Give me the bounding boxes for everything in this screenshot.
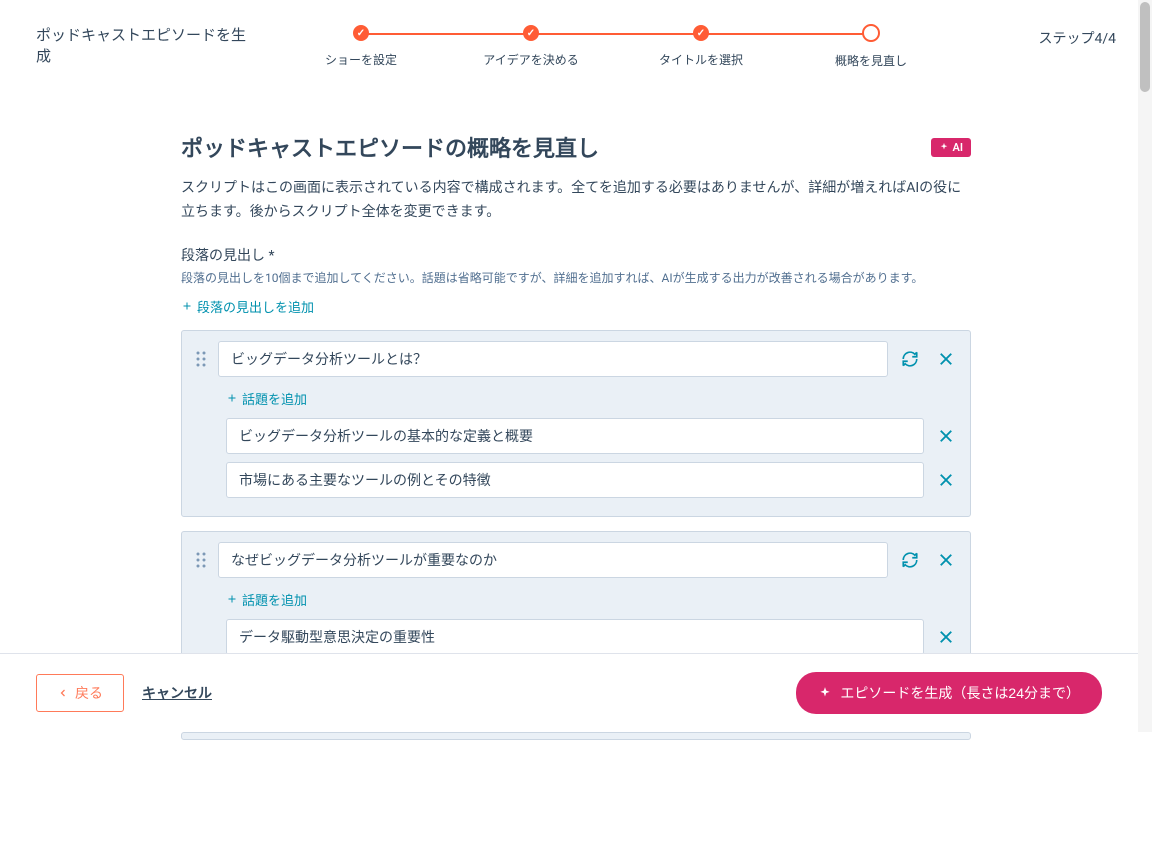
step-counter: ステップ4/4 <box>1038 24 1116 48</box>
close-icon <box>937 628 955 646</box>
close-icon <box>937 551 955 569</box>
delete-heading-button[interactable] <box>932 345 960 373</box>
refresh-icon <box>901 350 919 368</box>
refresh-icon <box>901 551 919 569</box>
topic-input[interactable] <box>226 619 924 655</box>
close-icon <box>937 350 955 368</box>
topic-row <box>226 619 960 655</box>
add-topic-button[interactable]: 話題を追加 <box>226 590 307 609</box>
step-circle-done: ✓ <box>353 25 369 41</box>
step-label: アイデアを決める <box>483 51 578 68</box>
section-card: 話題を追加 <box>181 330 971 517</box>
add-heading-label: 段落の見出しを追加 <box>197 297 314 316</box>
chevron-left-icon <box>57 687 69 699</box>
step-circle-done: ✓ <box>693 25 709 41</box>
add-topic-button[interactable]: 話題を追加 <box>226 389 307 408</box>
ai-badge: AI <box>931 138 971 157</box>
topic-input[interactable] <box>226 418 924 454</box>
check-icon: ✓ <box>527 28 535 39</box>
step-line <box>361 33 531 35</box>
back-label: 戻る <box>75 683 103 703</box>
back-button[interactable]: 戻る <box>36 674 124 712</box>
delete-topic-button[interactable] <box>932 623 960 651</box>
heading-input[interactable] <box>218 341 888 377</box>
drag-handle-icon[interactable] <box>192 552 210 568</box>
topic-row <box>226 462 960 498</box>
section-card-partial <box>181 732 971 740</box>
cancel-button[interactable]: キャンセル <box>142 683 212 703</box>
check-icon: ✓ <box>357 28 365 39</box>
step-1: ✓ ショーを設定 <box>276 25 446 68</box>
plus-icon <box>181 300 193 312</box>
add-heading-button[interactable]: 段落の見出しを追加 <box>181 297 314 316</box>
sparkle-icon <box>818 686 832 700</box>
step-circle-done: ✓ <box>523 25 539 41</box>
sparkle-icon <box>939 142 949 152</box>
footer: 戻る キャンセル エピソードを生成（長さは24分まで） <box>0 653 1138 732</box>
header-title: ポッドキャストエピソードを生成 <box>36 24 256 66</box>
drag-handle-icon[interactable] <box>192 351 210 367</box>
step-line <box>701 33 871 35</box>
step-circle-current <box>862 24 880 42</box>
delete-topic-button[interactable] <box>932 466 960 494</box>
step-label: ショーを設定 <box>325 51 397 68</box>
step-3: ✓ タイトルを選択 <box>616 25 786 68</box>
step-2: ✓ アイデアを決める <box>446 25 616 68</box>
add-topic-label: 話題を追加 <box>242 389 307 408</box>
step-4: 概略を見直し <box>786 24 956 69</box>
stepper: ✓ ショーを設定 ✓ アイデアを決める ✓ タイトルを選択 概略を見直し <box>276 24 956 69</box>
scrollbar-thumb[interactable] <box>1140 2 1150 92</box>
topic-input[interactable] <box>226 462 924 498</box>
generate-button[interactable]: エピソードを生成（長さは24分まで） <box>796 672 1102 714</box>
regenerate-button[interactable] <box>896 345 924 373</box>
scrollbar-track <box>1138 0 1152 732</box>
step-line <box>531 33 701 35</box>
close-icon <box>937 471 955 489</box>
add-topic-label: 話題を追加 <box>242 590 307 609</box>
plus-icon <box>226 593 238 605</box>
topic-row <box>226 418 960 454</box>
ai-badge-text: AI <box>952 141 963 154</box>
check-icon: ✓ <box>697 28 705 39</box>
step-label: タイトルを選択 <box>659 51 743 68</box>
main-content: ポッドキャストエピソードの概略を見直し AI スクリプトはこの画面に表示されてい… <box>181 81 971 854</box>
delete-heading-button[interactable] <box>932 546 960 574</box>
plus-icon <box>226 392 238 404</box>
section-label: 段落の見出し * <box>181 245 971 265</box>
generate-label: エピソードを生成（長さは24分まで） <box>840 683 1080 703</box>
delete-topic-button[interactable] <box>932 422 960 450</box>
section-help: 段落の見出しを10個まで追加してください。話題は省略可能ですが、詳細を追加すれば… <box>181 269 971 287</box>
step-label: 概略を見直し <box>835 52 907 69</box>
description: スクリプトはこの画面に表示されている内容で構成されます。全てを追加する必要はあり… <box>181 177 971 225</box>
heading-input[interactable] <box>218 542 888 578</box>
regenerate-button[interactable] <box>896 546 924 574</box>
page-title: ポッドキャストエピソードの概略を見直し <box>181 131 599 163</box>
header: ポッドキャストエピソードを生成 ✓ ショーを設定 ✓ アイデアを決める ✓ タイ… <box>0 0 1152 81</box>
close-icon <box>937 427 955 445</box>
